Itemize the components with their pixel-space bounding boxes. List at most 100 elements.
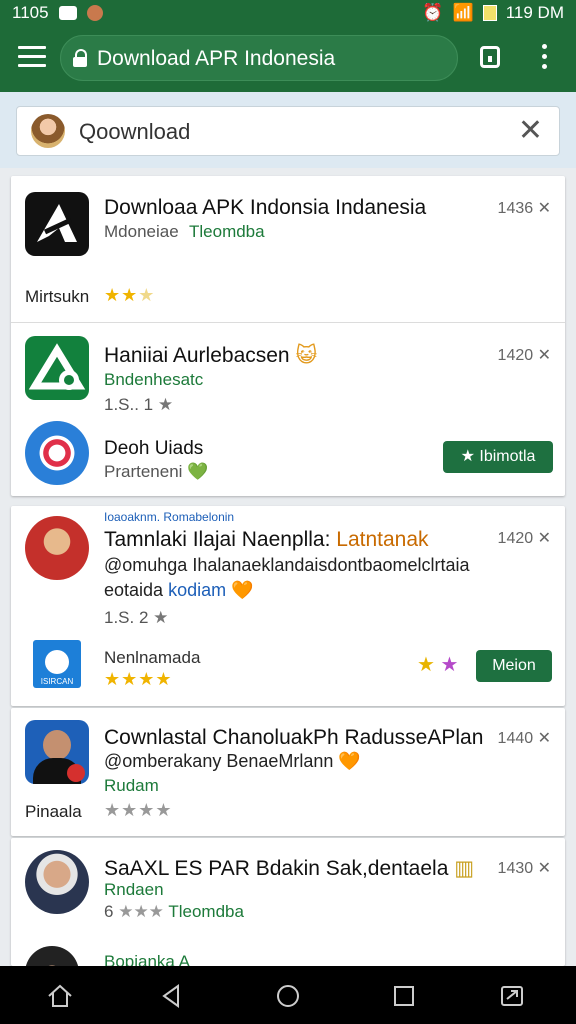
- result-meta: 1430 ✕: [498, 858, 551, 878]
- results-card-2: Ioaoaknm. Romabelonin Tamnlaki Ilajai Na…: [11, 506, 565, 706]
- rating-text: 1.S.. 1: [104, 395, 154, 414]
- result-rating-line: 1.S.. 1 ★: [104, 395, 173, 415]
- button-label: Ibimotla: [479, 448, 536, 465]
- rating-stars: ★★★: [118, 902, 164, 921]
- recents-icon[interactable]: [390, 982, 418, 1010]
- alarm-icon: ⏰: [422, 3, 444, 22]
- action-button[interactable]: Meion: [476, 650, 552, 682]
- screenshot-icon[interactable]: [498, 982, 526, 1010]
- navigation-bar: [0, 966, 576, 1024]
- result-tag: Tleomdba: [189, 222, 265, 241]
- result-tag: Rudam: [104, 776, 159, 795]
- list-item[interactable]: Haniiai Aurlebacsen 😺 Bndenhesatc 1.S.. …: [11, 323, 565, 496]
- title-highlight: Latntanak: [336, 528, 429, 551]
- app-green-icon: [25, 336, 89, 400]
- result-title-text: Haniiai Aurlebacsen: [104, 344, 290, 367]
- avatar: [25, 850, 89, 914]
- home-icon[interactable]: [46, 982, 74, 1010]
- status-time-left: 1105: [12, 3, 49, 22]
- app-image-icon: ISIRCAN: [33, 640, 81, 688]
- search-area: Qoownload ✕: [0, 92, 576, 168]
- result-rating-line: 1.S. 2 ★: [104, 608, 168, 628]
- dismiss-icon[interactable]: ✕: [538, 530, 551, 547]
- result-description: @omuhga Ihalanaeklandaisdontbaomelclrtai…: [104, 555, 470, 575]
- avatar: [25, 720, 89, 784]
- result-subtitle: Rndaen: [104, 880, 164, 899]
- result-footer: Pinaala: [25, 802, 82, 821]
- result-footer: Mirtsukn: [25, 287, 90, 306]
- desc-text: @omberakany BenaeMrlann: [104, 751, 334, 771]
- stars-decoration-icon: ★ ★: [417, 654, 459, 676]
- star-icon: ★: [460, 448, 475, 465]
- rating-stars: ★★★★: [104, 800, 173, 820]
- app-logo-icon: [25, 192, 89, 256]
- result-description-2: eotaida kodiam 🧡: [104, 580, 254, 601]
- result-title[interactable]: Deoh Uiads: [104, 438, 203, 460]
- desc-link[interactable]: kodiam: [168, 580, 226, 600]
- app-ring-icon: [25, 421, 89, 485]
- rating-stars: ★★★★: [104, 669, 173, 689]
- result-meta: 1420 ✕: [498, 528, 551, 548]
- result-count: 1440: [497, 730, 534, 747]
- url-title: Download APR Indonesia: [97, 47, 336, 70]
- clear-icon[interactable]: ✕: [518, 116, 543, 146]
- results-card-3: Cownlastal ChanoluakPh RadusseAPlan @omb…: [11, 708, 565, 836]
- heart-icon: 💚: [187, 462, 209, 481]
- menu-icon[interactable]: [18, 46, 46, 68]
- tabs-icon[interactable]: [480, 46, 500, 68]
- chart-icon: ▥: [454, 857, 475, 880]
- result-tag: Tleomdba: [168, 902, 244, 921]
- heart-icon: 🧡: [231, 580, 254, 600]
- browser-app-bar: Download APR Indonesia: [0, 26, 576, 92]
- result-description: @omberakany BenaeMrlann 🧡: [104, 751, 361, 772]
- app-notification-icon: [86, 5, 103, 21]
- result-title[interactable]: Nenlnamada: [104, 648, 200, 668]
- list-item[interactable]: Downloaa APK Indonsia Indanesia Mdoneiae…: [11, 176, 565, 322]
- subtitle-text: Prarteneni: [104, 462, 183, 481]
- lock-icon: [73, 49, 87, 67]
- rating-stars: ★★★: [104, 285, 156, 305]
- result-meta: 1436 ✕: [498, 198, 551, 218]
- back-icon[interactable]: [158, 982, 186, 1010]
- star-icon: ★: [157, 395, 174, 414]
- result-header: Ioaoaknm. Romabelonin: [104, 510, 235, 524]
- rating-text: 1.S. 2: [104, 608, 149, 627]
- wifi-icon: 📶: [452, 3, 474, 22]
- result-title[interactable]: Downloaa APK Indonsia Indanesia: [104, 196, 426, 220]
- icon-caption: ISIRCAN: [40, 677, 74, 686]
- results-card-4: SaAXL ES PAR Bdakin Sak,dentaela ▥ Rndae…: [11, 838, 565, 1000]
- circle-home-icon[interactable]: [274, 982, 302, 1010]
- result-count: 1436: [497, 200, 534, 217]
- url-bar[interactable]: Download APR Indonesia: [60, 35, 458, 81]
- result-rating-line: 6 ★★★ Tleomdba: [104, 902, 244, 922]
- heart-icon: 🧡: [338, 751, 361, 771]
- result-title[interactable]: SaAXL ES PAR Bdakin Sak,dentaela ▥: [104, 856, 474, 881]
- result-meta: 1420 ✕: [498, 345, 551, 365]
- dismiss-icon[interactable]: ✕: [538, 347, 551, 364]
- action-button[interactable]: ★ Ibimotla: [443, 441, 553, 473]
- avatar[interactable]: [31, 114, 65, 148]
- result-subtitle: Prarteneni 💚: [104, 462, 208, 482]
- result-meta: 1440 ✕: [498, 728, 551, 748]
- status-time-right: 119 DM: [505, 3, 564, 22]
- more-options-icon[interactable]: [540, 44, 548, 72]
- results-card-1: Downloaa APK Indonsia Indanesia Mdoneiae…: [11, 176, 565, 496]
- star-icon: ★: [153, 608, 169, 627]
- dismiss-icon[interactable]: ✕: [538, 730, 551, 747]
- cat-emoji-icon: 😺: [295, 344, 318, 367]
- search-query[interactable]: Qoownload: [79, 119, 190, 145]
- image-notification-icon: [58, 6, 77, 20]
- result-count: 1420: [497, 347, 534, 364]
- avatar: [25, 516, 89, 580]
- search-box[interactable]: Qoownload ✕: [16, 106, 560, 156]
- result-title[interactable]: Cownlastal ChanoluakPh RadusseAPlan: [104, 726, 483, 750]
- result-title[interactable]: Tamnlaki Ilajai Naenplla: Latntanak: [104, 528, 429, 552]
- dismiss-icon[interactable]: ✕: [538, 200, 551, 217]
- result-subtitle: Bndenhesatc: [104, 370, 204, 389]
- result-subtitle: Mdoneiae: [104, 222, 179, 241]
- result-title[interactable]: Haniiai Aurlebacsen 😺: [104, 343, 317, 368]
- result-count: 1430: [497, 860, 534, 877]
- title-text: Tamnlaki Ilajai Naenplla:: [104, 528, 331, 551]
- battery-icon: [482, 5, 497, 21]
- dismiss-icon[interactable]: ✕: [538, 860, 551, 877]
